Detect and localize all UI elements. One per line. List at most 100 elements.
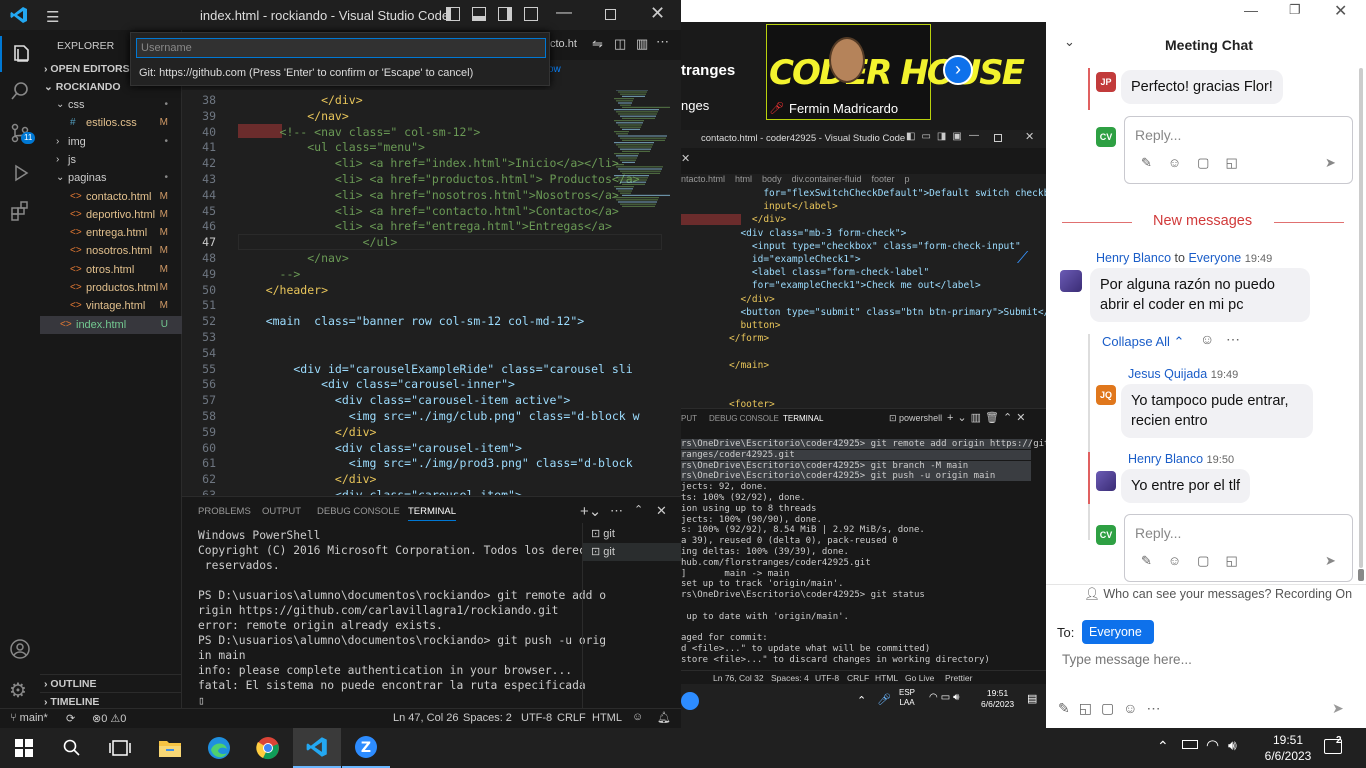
- next-page-button[interactable]: ›: [943, 55, 973, 85]
- minimap[interactable]: [610, 90, 670, 216]
- active-speaker-tile[interactable]: CODER HOUSE 🎤︎ Fermin Madricardo: [766, 24, 1025, 120]
- cursor-position[interactable]: Ln 47, Col 26: [393, 712, 458, 724]
- vscode2-status-item[interactable]: Go Live: [905, 673, 934, 683]
- vscode2-breadcrumb-item[interactable]: p: [904, 174, 909, 184]
- editor-tab-contacto[interactable]: cto.ht: [550, 38, 577, 50]
- indentation[interactable]: Spaces: 2: [463, 712, 512, 724]
- mini-system-icons[interactable]: ◠▭🔊︎: [929, 692, 962, 703]
- chat-close[interactable]: ✕: [1334, 1, 1347, 21]
- close-button[interactable]: ✕: [650, 3, 665, 24]
- vscode2-panel-tab[interactable]: TERMINAL: [783, 414, 823, 423]
- reply1-sender[interactable]: Jesus Quijada: [1128, 367, 1207, 381]
- file-item[interactable]: <> vintage.html M: [40, 297, 182, 315]
- settings-gear-icon[interactable]: ⚙: [9, 678, 27, 703]
- message-input[interactable]: Type message here...: [1056, 648, 1356, 688]
- file-item[interactable]: <> nosotros.html M: [40, 242, 182, 260]
- panel-tab-output[interactable]: OUTPUT: [262, 506, 301, 517]
- file-item[interactable]: <> productos.html M: [40, 279, 182, 297]
- account-icon[interactable]: [9, 638, 31, 663]
- panel-more-icon[interactable]: ⋯: [610, 503, 623, 519]
- reply-box-1[interactable]: Reply... ✎☺▢◱ ➤: [1124, 116, 1353, 184]
- vscode2-status-item[interactable]: UTF-8: [815, 673, 839, 683]
- problems-indicator[interactable]: ⊗0 ⚠0: [92, 712, 126, 725]
- privacy-notice[interactable]: 👤︎ Who can see your messages? Recording …: [1084, 587, 1352, 602]
- extensions-icon[interactable]: [9, 200, 31, 225]
- source-control-icon[interactable]: 11: [9, 122, 36, 147]
- panel-tab-problems[interactable]: PROBLEMS: [198, 506, 251, 517]
- file-item[interactable]: <> entrega.html M: [40, 224, 182, 242]
- menu-icon[interactable]: ☰: [46, 8, 59, 26]
- sync-icon[interactable]: ⟳: [66, 712, 75, 725]
- chat-minimize[interactable]: —: [1244, 2, 1258, 18]
- split-editor-icon[interactable]: ▥: [636, 36, 648, 52]
- chat-collapse-chevron-icon[interactable]: ⌄: [1064, 34, 1075, 50]
- chat-restore[interactable]: ❐: [1289, 2, 1301, 18]
- shell-selector[interactable]: ⊡ powershell: [889, 413, 942, 424]
- toggle-sidebar-icon[interactable]: [446, 7, 460, 21]
- terminal-instance[interactable]: ⊡ git: [583, 525, 681, 543]
- vscode2-status-item[interactable]: Ln 76, Col 32: [713, 673, 764, 683]
- language-mode[interactable]: HTML: [592, 712, 622, 724]
- vscode2-close[interactable]: ✕: [1025, 130, 1034, 143]
- file-item[interactable]: <> contacto.html M: [40, 188, 182, 206]
- folder-item[interactable]: ⌄ css •: [40, 96, 182, 114]
- thread-sender[interactable]: Henry Blanco: [1096, 251, 1171, 265]
- customize-layout-icon[interactable]: [524, 7, 538, 21]
- folder-item[interactable]: › js: [40, 151, 182, 169]
- send-message-icon[interactable]: ➤: [1332, 700, 1344, 717]
- chat-scrollbar[interactable]: [1357, 64, 1365, 584]
- vscode2-breadcrumb-item[interactable]: html: [735, 174, 752, 184]
- vscode2-status-item[interactable]: CRLF: [847, 673, 869, 683]
- zoom-taskbar-icon[interactable]: Z: [342, 728, 390, 768]
- clock[interactable]: 19:51 6/6/2023: [1258, 732, 1318, 764]
- reply-toolbar-1[interactable]: ✎☺▢◱: [1141, 155, 1254, 171]
- file-explorer-icon[interactable]: [146, 728, 194, 768]
- folder-item[interactable]: › img •: [40, 133, 182, 151]
- close-panel-icon[interactable]: ✕: [656, 503, 667, 519]
- toggle-panel-icon[interactable]: [472, 7, 486, 21]
- code-editor[interactable]: 38 </div> 39 </nav> 40 <!-- <nav class=" c…: [182, 90, 681, 495]
- chrome-icon[interactable]: [244, 728, 292, 768]
- send-icon-2[interactable]: ➤: [1325, 553, 1336, 569]
- vscode2-status-item[interactable]: HTML: [875, 673, 898, 683]
- mini-clock[interactable]: 19:51 6/6/2023: [981, 688, 1014, 710]
- reply-toolbar-2[interactable]: ✎☺▢◱: [1141, 553, 1254, 569]
- open-changes-icon[interactable]: ◫: [614, 36, 626, 52]
- tray-chevron-icon[interactable]: ⌃: [1157, 738, 1169, 755]
- vscode2-tab-close[interactable]: ✕: [681, 152, 690, 165]
- search-taskbar-icon[interactable]: [48, 728, 96, 768]
- outline-section[interactable]: › OUTLINE: [40, 674, 182, 692]
- send-icon-1[interactable]: ➤: [1325, 155, 1336, 171]
- encoding[interactable]: UTF-8: [521, 712, 552, 724]
- run-debug-icon[interactable]: [9, 162, 31, 187]
- vscode2-maximize[interactable]: [994, 134, 1002, 142]
- battery-icon[interactable]: [1182, 740, 1198, 749]
- zoom-tray-icon[interactable]: [681, 692, 699, 710]
- line-ending[interactable]: CRLF: [557, 712, 586, 724]
- feedback-icon[interactable]: ☺: [632, 711, 643, 723]
- file-item[interactable]: <> otros.html M: [40, 261, 182, 279]
- username-input[interactable]: Username: [136, 38, 546, 58]
- panel-tab-terminal[interactable]: TERMINAL: [408, 506, 457, 521]
- file-item[interactable]: # estilos.css M: [40, 114, 182, 132]
- compare-icon[interactable]: ⇋: [592, 36, 603, 52]
- minimize-button[interactable]: —: [556, 4, 572, 22]
- mini-lang-indicator[interactable]: ESP LAA: [899, 688, 915, 708]
- vscode2-panel-tab[interactable]: PUT: [681, 414, 697, 423]
- explorer-icon[interactable]: [0, 36, 40, 72]
- vscode2-panel-actions[interactable]: +⌄▥🗑⌃✕: [947, 411, 1029, 424]
- task-view-icon[interactable]: [96, 728, 144, 768]
- recipient-dropdown[interactable]: Everyone ⌄: [1082, 620, 1154, 663]
- branch-indicator[interactable]: ⑂ main*: [10, 712, 48, 724]
- compose-toolbar[interactable]: ✎◱▢☺⋯: [1058, 700, 1169, 717]
- live-share-icon[interactable]: ⟋: [1017, 250, 1028, 268]
- reply-box-2[interactable]: Reply... ✎☺▢◱ ➤: [1124, 514, 1353, 582]
- new-terminal-icon[interactable]: +⌄: [580, 502, 601, 520]
- folder-item[interactable]: ⌄ paginas •: [40, 169, 182, 187]
- terminal-instance[interactable]: ⊡ git: [583, 543, 681, 561]
- vscode2-status-item[interactable]: Spaces: 4: [771, 673, 809, 683]
- vscode2-panel-tab[interactable]: DEBUG CONSOLE: [709, 414, 779, 423]
- collapse-all-link[interactable]: Collapse All ⌃: [1102, 334, 1184, 350]
- vscode2-layout-icons[interactable]: ◧▭◨▣: [906, 131, 968, 142]
- vscode2-minimize[interactable]: —: [969, 130, 979, 141]
